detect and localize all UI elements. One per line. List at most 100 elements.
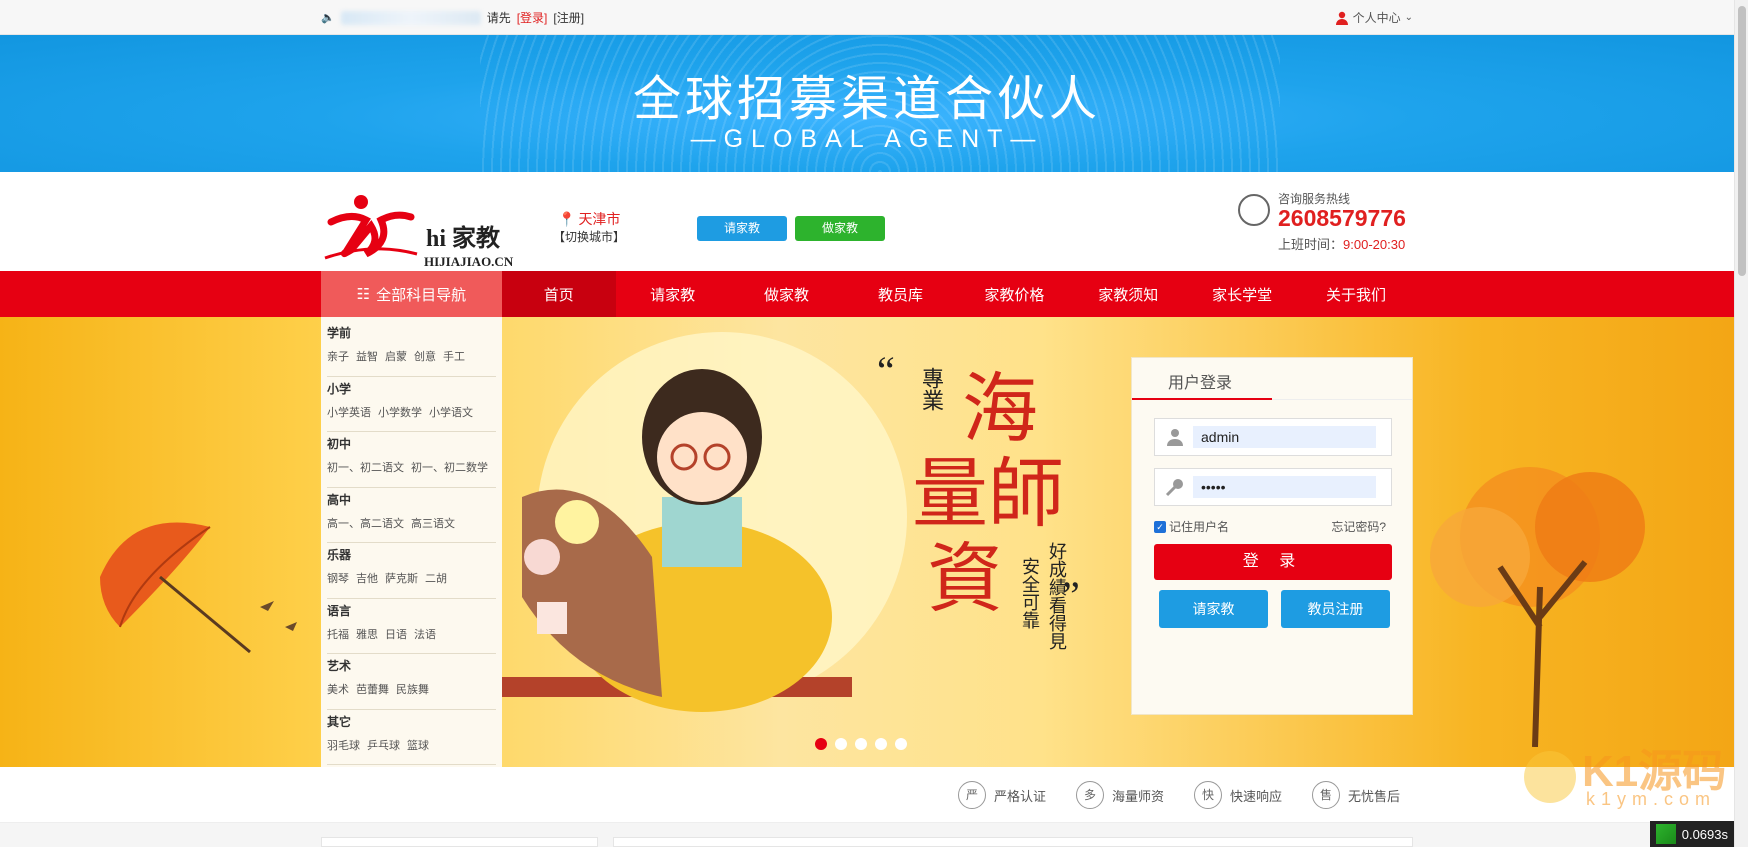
category-title[interactable]: 语言 [327,602,496,619]
work-hours-label: 上班时间： [1278,237,1344,252]
tab-user-login[interactable]: 用户登录 [1168,369,1232,393]
subject-link[interactable]: 创意 [414,348,436,364]
subject-link[interactable]: 篮球 [407,737,429,753]
hotline-number: 2608579776 [1278,205,1406,231]
category-instrument: 乐器 钢琴 吉他 萨克斯 二胡 [327,543,496,599]
user-center-menu[interactable]: 个人中心 ⌄ [1335,9,1413,26]
slider-dot[interactable] [875,738,887,750]
subject-link[interactable]: 小学英语 [327,404,371,420]
hero-quote-close: ” [1062,573,1080,618]
subject-link[interactable]: 启蒙 [385,348,407,364]
subject-link[interactable]: 二胡 [425,570,447,586]
login-panel: 用户登录 ✓ 记住用户名 忘记密码? 登 录 请家教 教员注册 [1131,357,1413,715]
category-title[interactable]: 高中 [327,491,496,508]
subject-link[interactable]: 雅思 [356,626,378,642]
recruit-banner[interactable]: 全球招募渠道合伙人 —GLOBAL AGENT— [0,35,1734,172]
feature-many-tutors: 多 海量师资 [1076,781,1164,809]
username-field [1154,418,1392,456]
slider-dot[interactable] [835,738,847,750]
subject-link[interactable]: 高一、高二语文 [327,515,404,531]
scrollbar-thumb[interactable] [1738,6,1746,276]
login-link[interactable]: [登录] [517,9,548,26]
map-pin-icon: 📍 [558,210,576,227]
login-button[interactable]: 登 录 [1154,544,1392,580]
remember-label: 记住用户名 [1169,520,1230,534]
tree-illustration [1430,467,1645,747]
category-art: 艺术 美术 芭蕾舞 民族舞 [327,654,496,710]
subject-link[interactable]: 羽毛球 [327,737,360,753]
service-features: 严 严格认证 多 海量师资 快 快速响应 售 无忧售后 [0,767,1734,823]
subject-link[interactable]: 初一、初二语文 [327,459,404,475]
subject-link[interactable]: 芭蕾舞 [356,681,389,697]
subject-link[interactable]: 日语 [385,626,407,642]
password-input[interactable] [1193,476,1376,498]
become-tutor-button[interactable]: 做家教 [795,216,885,241]
top-bar-left: 🔈 请先 [登录] [注册] [321,9,584,26]
hero-slide[interactable]: “ 專業 海 量師 資 安全可靠 好成績看得見 ” [502,317,1132,767]
nav-item-parents[interactable]: 家长学堂 [1185,271,1299,317]
hero-tag-professional: 專業 [918,367,943,411]
work-hours-value: 9:00-20:30 [1343,237,1406,252]
subject-link[interactable]: 法语 [414,626,436,642]
request-tutor-button[interactable]: 请家教 [697,216,787,241]
category-title[interactable]: 乐器 [327,546,496,563]
request-tutor-button[interactable]: 请家教 [1159,590,1268,628]
subject-link[interactable]: 托福 [327,626,349,642]
feature-label: 快速响应 [1230,788,1283,804]
speaker-icon: 🔈 [321,12,335,24]
subject-link[interactable]: 益智 [356,348,378,364]
current-city: 📍 天津市 [558,209,620,229]
subject-link[interactable]: 民族舞 [396,681,429,697]
category-title[interactable]: 其它 [327,713,496,730]
subject-link[interactable]: 钢琴 [327,570,349,586]
nav-item-notice[interactable]: 家教须知 [1071,271,1185,317]
slider-dot[interactable] [815,738,827,750]
nav-item-home[interactable]: 首页 [501,271,616,317]
tutor-register-button[interactable]: 教员注册 [1281,590,1390,628]
perf-time: 0.0693s [1681,826,1728,842]
subject-link[interactable]: 高三语文 [411,515,455,531]
register-link[interactable]: [注册] [553,9,584,26]
category-title[interactable]: 艺术 [327,657,496,674]
feature-strict-cert: 严 严格认证 [958,781,1046,809]
feature-icon: 售 [1312,781,1340,809]
nav-item-tutors[interactable]: 教员库 [844,271,958,317]
checkbox-checked-icon[interactable]: ✓ [1154,520,1166,533]
grid-icon: ☷ [356,286,371,303]
slider-dot[interactable] [895,738,907,750]
remember-username[interactable]: ✓ 记住用户名 [1154,518,1229,535]
slider-dot[interactable] [855,738,867,750]
subject-link[interactable]: 小学语文 [429,404,473,420]
switch-city-link[interactable]: 【切换城市】 [553,228,625,245]
subject-link[interactable]: 吉他 [356,570,378,586]
all-subjects-nav[interactable]: ☷ 全部科目导航 [321,271,502,317]
login-prompt: 请先 [486,11,511,25]
nav-item-about[interactable]: 关于我们 [1299,271,1413,317]
username-input[interactable] [1193,426,1376,448]
tab-underline [1132,398,1272,400]
nav-item-price[interactable]: 家教价格 [957,271,1071,317]
content-box-left [321,837,598,847]
nav-item-become[interactable]: 做家教 [730,271,844,317]
subject-link[interactable]: 手工 [443,348,465,364]
subject-link[interactable]: 美术 [327,681,349,697]
subject-link[interactable]: 初一、初二数学 [411,459,488,475]
subject-link[interactable]: 小学数学 [378,404,422,420]
subject-link[interactable]: 萨克斯 [385,570,418,586]
content-strip [0,823,1734,847]
site-logo[interactable]: hi 家教 HIJIAJIAO.CN [321,192,521,269]
category-title[interactable]: 学前 [327,324,496,341]
category-title[interactable]: 小学 [327,380,496,397]
page-scrollbar[interactable] [1734,0,1748,847]
category-title[interactable]: 初中 [327,435,496,452]
category-junior: 初中 初一、初二语文 初一、初二数学 [327,432,496,488]
chevron-down-icon: ⌄ [1404,12,1413,23]
nav-item-request[interactable]: 请家教 [616,271,730,317]
logo-mark-icon [324,195,418,260]
hero-quote-open: “ [877,348,895,393]
forgot-password-link[interactable]: 忘记密码? [1331,518,1386,535]
subject-link[interactable]: 乒乓球 [367,737,400,753]
hero-slogan-safe: 安全可靠 [1019,557,1040,629]
subject-link[interactable]: 亲子 [327,348,349,364]
category-language: 语言 托福 雅思 日语 法语 [327,599,496,654]
